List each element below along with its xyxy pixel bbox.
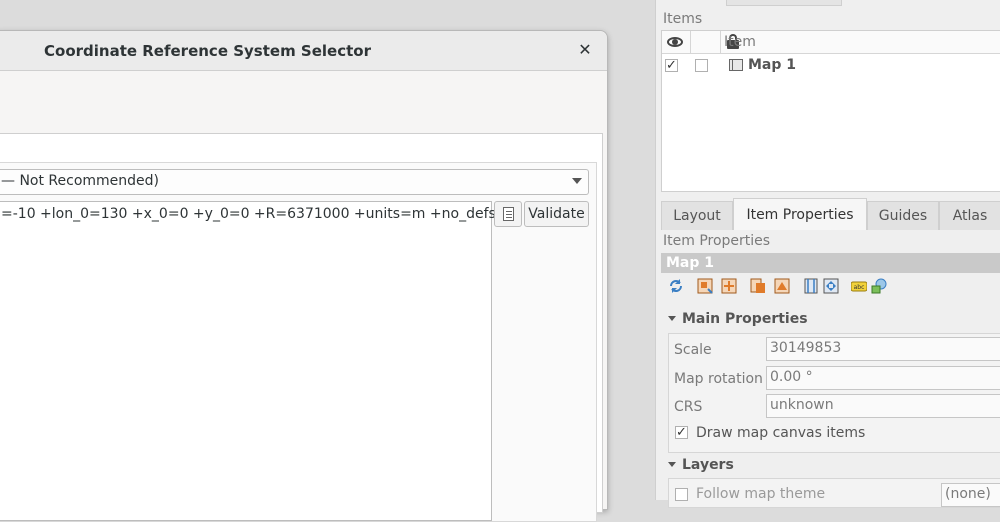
- list-item-label: Map 1: [748, 57, 797, 73]
- map-rotation-label: Map rotation: [674, 371, 763, 387]
- set-canvas-to-atlas-icon[interactable]: [774, 278, 790, 294]
- main-properties-title: Main Properties: [682, 311, 808, 327]
- set-canvas-extent-icon[interactable]: [721, 278, 737, 294]
- crs-selector-dialog: Coordinate Reference System Selector ✕ —…: [0, 30, 608, 522]
- scale-label: Scale: [674, 342, 712, 358]
- view-extent-icon[interactable]: [803, 278, 819, 294]
- dialog-titlebar: Coordinate Reference System Selector ✕: [0, 31, 607, 71]
- close-button[interactable]: ✕: [575, 40, 595, 60]
- main-properties-header[interactable]: Main Properties: [668, 311, 808, 327]
- tab-layout[interactable]: Layout: [661, 201, 733, 230]
- collapse-triangle-icon: [668, 316, 676, 321]
- layers-title: Layers: [682, 457, 734, 473]
- scale-field[interactable]: 30149853: [766, 337, 1000, 361]
- format-combobox-value: — Not Recommended): [1, 173, 160, 189]
- close-icon: ✕: [578, 40, 592, 59]
- label-settings-icon[interactable]: abc: [851, 278, 867, 294]
- parameters-group: — Not Recommended) =-10 +lon_0=130 +x_0=…: [0, 162, 597, 522]
- layers-header[interactable]: Layers: [668, 457, 734, 473]
- visibility-column-header[interactable]: [662, 31, 691, 54]
- refresh-icon[interactable]: [668, 278, 684, 294]
- parameters-textarea[interactable]: =-10 +lon_0=130 +x_0=0 +y_0=0 +R=6371000…: [0, 201, 496, 521]
- crs-label: CRS: [674, 399, 703, 415]
- layout-side-panel: Items Item ✓ Map 1 Layout Item Propertie…: [655, 0, 1000, 508]
- top-tab-stub[interactable]: [726, 0, 842, 6]
- copy-parameters-button[interactable]: [494, 201, 522, 227]
- map-rotation-field[interactable]: 0.00 °: [766, 366, 1000, 390]
- draw-canvas-items-label: Draw map canvas items: [696, 425, 866, 441]
- follow-map-theme-checkbox[interactable]: [675, 488, 688, 501]
- dialog-title: Coordinate Reference System Selector: [44, 42, 371, 60]
- chevron-down-icon: [572, 178, 582, 184]
- parameters-text: =-10 +lon_0=130 +x_0=0 +y_0=0 +R=6371000…: [1, 206, 496, 222]
- item-properties-label: Item Properties: [663, 233, 771, 249]
- panel-tabs: Layout Item Properties Guides Atlas: [661, 198, 1000, 230]
- crs-field[interactable]: unknown: [766, 394, 1000, 418]
- visibility-checkbox[interactable]: ✓: [665, 59, 678, 72]
- crs-definition-panel: — Not Recommended) =-10 +lon_0=130 +x_0=…: [0, 133, 603, 522]
- move-content-icon[interactable]: [823, 278, 839, 294]
- items-tree-header: Item: [662, 31, 1000, 54]
- collapse-triangle-icon: [668, 462, 676, 467]
- overview-icon[interactable]: [871, 278, 887, 294]
- format-combobox[interactable]: — Not Recommended): [0, 169, 589, 195]
- tab-guides[interactable]: Guides: [867, 201, 939, 230]
- svg-text:abc: abc: [854, 284, 865, 291]
- items-panel-label: Items: [663, 11, 703, 27]
- tab-item-properties[interactable]: Item Properties: [733, 198, 867, 230]
- tab-atlas[interactable]: Atlas: [939, 201, 1000, 230]
- lock-checkbox[interactable]: [695, 59, 708, 72]
- selected-item-bar: Map 1: [661, 253, 1000, 273]
- validate-button[interactable]: Validate: [524, 201, 589, 227]
- list-item[interactable]: ✓ Map 1: [662, 55, 1000, 77]
- map-item-icon: [729, 59, 743, 71]
- map-theme-combobox[interactable]: (none): [941, 483, 1000, 507]
- copy-icon: [503, 207, 514, 221]
- eye-icon: [667, 37, 683, 47]
- extent-from-canvas-icon[interactable]: [697, 278, 713, 294]
- draw-canvas-items-checkbox[interactable]: ✓: [675, 426, 688, 439]
- items-tree: Item ✓ Map 1: [661, 30, 1000, 192]
- lock-column-header[interactable]: [691, 31, 739, 54]
- atlas-feature-icon[interactable]: [750, 278, 766, 294]
- item-column-header[interactable]: Item: [724, 34, 756, 50]
